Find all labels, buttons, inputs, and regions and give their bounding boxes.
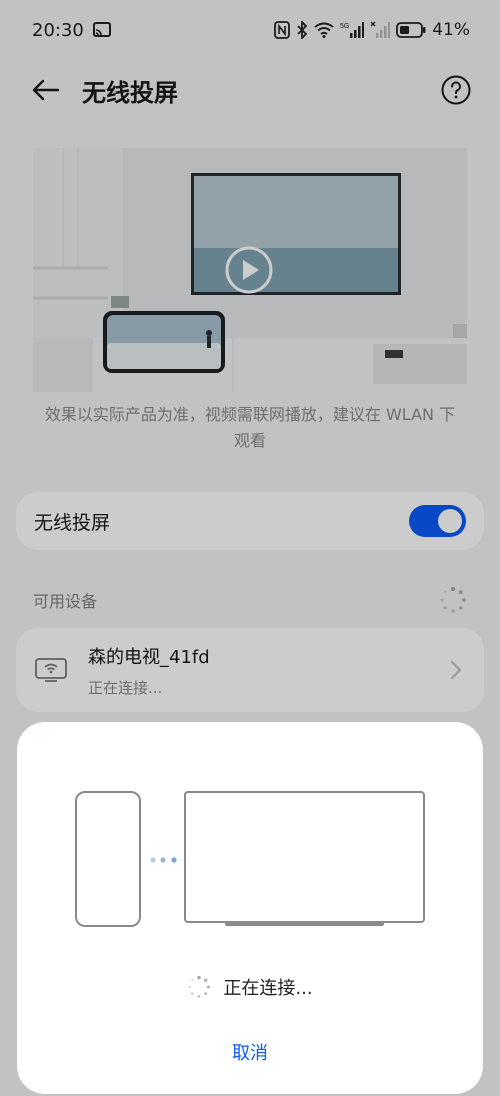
cancel-button[interactable]: 取消	[180, 1032, 320, 1072]
connecting-row: 正在连接...	[17, 972, 483, 1002]
connecting-text: 正在连接...	[223, 978, 313, 999]
phone-to-tv-illustration	[75, 791, 425, 927]
connecting-dialog: 正在连接... 取消	[17, 722, 483, 1094]
spinner-icon	[188, 975, 211, 998]
